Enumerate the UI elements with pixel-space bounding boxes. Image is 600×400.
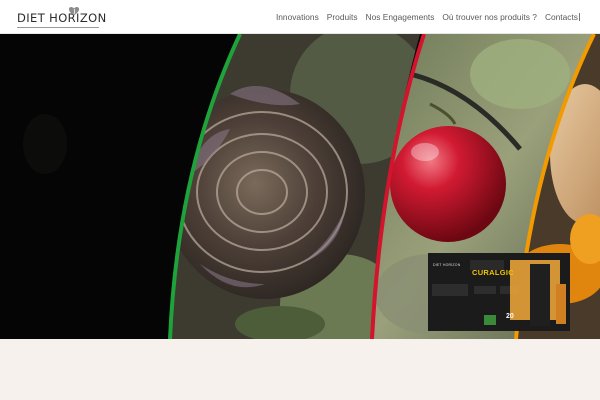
logo-letter-n: N xyxy=(97,11,107,25)
product-name: CURALGIC xyxy=(472,268,514,277)
heart-leaf-icon xyxy=(68,6,80,16)
logo-letter-o: O xyxy=(58,11,68,25)
product-brand: DIET HORIZON xyxy=(433,263,461,267)
product-count: 20 xyxy=(506,313,514,320)
nav-innovations[interactable]: Innovations xyxy=(276,12,319,22)
logo-underline xyxy=(17,27,99,28)
nav-search-divider[interactable] xyxy=(579,13,580,21)
nav-nos-engagements[interactable]: Nos Engagements xyxy=(366,12,435,22)
page-content-area xyxy=(0,339,600,400)
site-header: DIET H O RIZ O N Innovations Produits No… xyxy=(0,0,600,34)
nav-produits[interactable]: Produits xyxy=(327,12,358,22)
nav-ou-trouver[interactable]: Où trouver nos produits ? xyxy=(442,12,537,22)
nav-contacts[interactable]: Contacts xyxy=(545,12,578,22)
logo-text: DIET H O RIZ O N xyxy=(17,11,107,25)
logo-letter-o2: O xyxy=(88,11,98,25)
hero-banner: DIET HORIZON CURALGIC 20 xyxy=(0,34,600,339)
main-navigation: Innovations Produits Nos Engagements Où … xyxy=(268,0,578,34)
product-label: DIET HORIZON CURALGIC 20 xyxy=(428,253,570,331)
brand-logo[interactable]: DIET H O RIZ O N xyxy=(17,6,107,30)
logo-word-diet: DIET xyxy=(17,11,46,25)
logo-letter-h: H xyxy=(49,11,59,25)
